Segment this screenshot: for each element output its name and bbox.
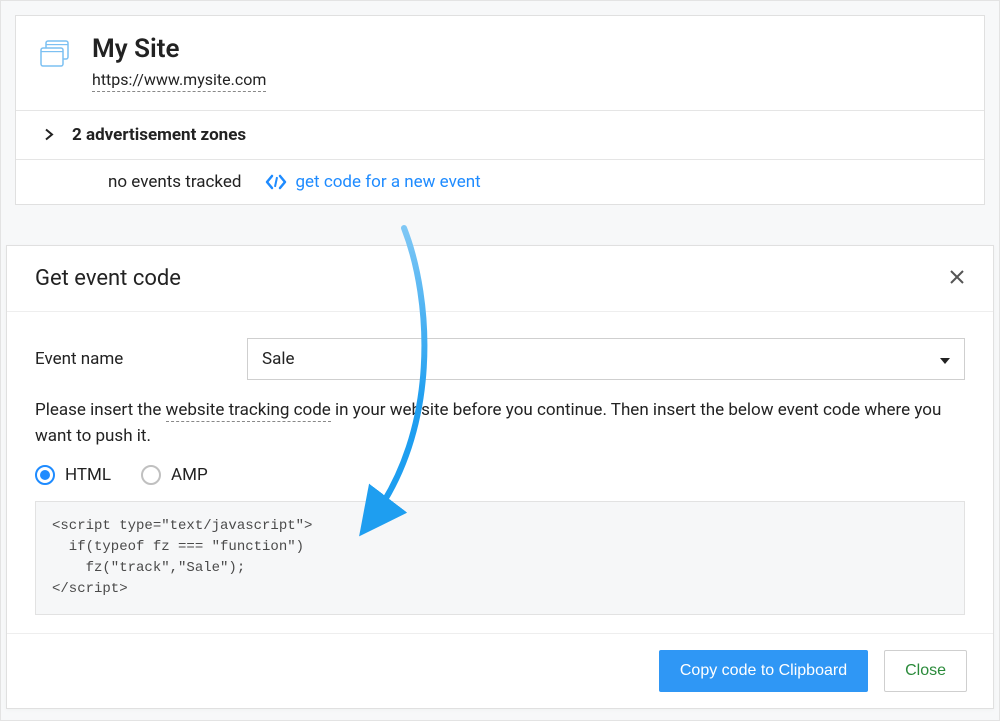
radio-amp[interactable]: AMP	[141, 465, 208, 485]
event-name-value: Sale	[262, 349, 295, 369]
format-radios: HTML AMP	[35, 465, 965, 485]
code-brackets-icon	[265, 174, 287, 190]
code-snippet[interactable]: <script type="text/javascript"> if(typeo…	[35, 501, 965, 615]
close-button[interactable]: Close	[884, 650, 967, 692]
get-code-link-text: get code for a new event	[295, 172, 480, 192]
event-name-label: Event name	[35, 349, 247, 369]
zones-label: 2 advertisement zones	[72, 125, 246, 145]
caret-down-icon	[940, 349, 950, 369]
event-name-field: Event name Sale	[35, 338, 965, 380]
site-icon	[40, 40, 74, 68]
site-title[interactable]: My Site	[92, 34, 266, 64]
event-code-modal: Get event code Event name Sale Please in…	[6, 245, 994, 709]
radio-html[interactable]: HTML	[35, 465, 111, 485]
modal-header: Get event code	[7, 246, 993, 312]
copy-button[interactable]: Copy code to Clipboard	[659, 650, 868, 692]
radio-amp-label: AMP	[171, 465, 208, 485]
site-url-link[interactable]: https://www.mysite.com	[92, 70, 266, 92]
events-row: no events tracked get code for a new eve…	[16, 159, 984, 204]
close-icon[interactable]	[949, 269, 965, 289]
zones-row[interactable]: 2 advertisement zones	[16, 110, 984, 159]
modal-body: Event name Sale Please insert the websit…	[7, 312, 993, 633]
site-card: My Site https://www.mysite.com 2 adverti…	[15, 15, 985, 205]
get-code-link[interactable]: get code for a new event	[265, 172, 480, 192]
tracking-code-link[interactable]: website tracking code	[166, 400, 331, 422]
radio-html-label: HTML	[65, 465, 111, 485]
chevron-right-icon	[44, 126, 54, 145]
event-name-select[interactable]: Sale	[247, 338, 965, 380]
instruction-text: Please insert the website tracking code …	[35, 398, 965, 449]
radio-unchecked-icon	[141, 465, 161, 485]
radio-checked-icon	[35, 465, 55, 485]
events-label: no events tracked	[108, 172, 241, 192]
modal-footer: Copy code to Clipboard Close	[7, 633, 993, 708]
modal-title: Get event code	[35, 266, 181, 291]
site-header: My Site https://www.mysite.com	[16, 16, 984, 110]
